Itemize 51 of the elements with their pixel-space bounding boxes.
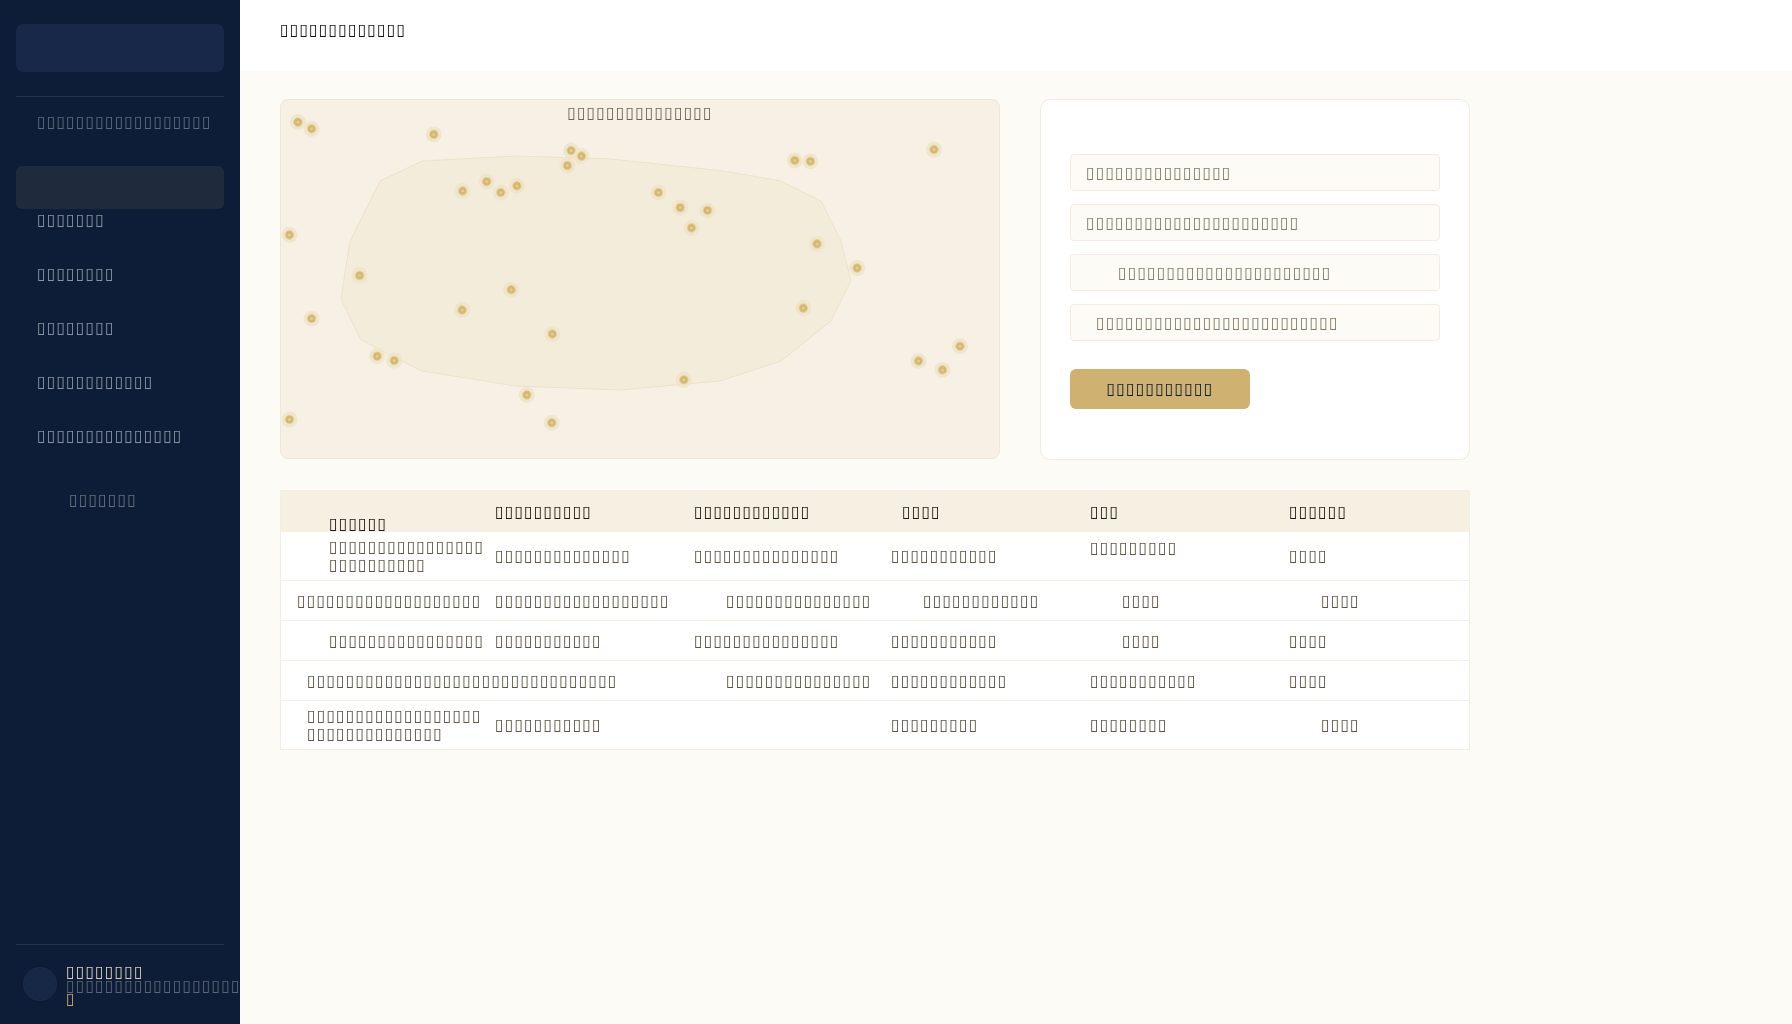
table-cell: ▯▯▯▯ (1289, 547, 1328, 565)
column-header: ▯▯▯▯▯▯▯▯▯▯▯▯ (694, 503, 811, 521)
table-cell: ▯▯▯▯▯▯▯▯▯▯▯▯▯▯▯▯▯▯ (495, 591, 670, 610)
table-cell: ▯▯▯▯▯▯▯▯▯▯▯ (891, 547, 998, 565)
table-cell: ▯▯▯▯▯▯▯▯▯▯▯▯▯▯▯▯▯▯▯▯▯▯▯▯▯▯▯▯▯▯▯▯ (307, 671, 618, 690)
column-header: ▯▯▯▯ (902, 503, 941, 521)
nav-item[interactable]: ▯▯▯▯▯▯▯▯ (37, 319, 115, 337)
table-cell: ▯▯▯▯ (1321, 716, 1360, 734)
table-cell: ▯▯▯▯▯▯▯▯▯▯▯ (891, 631, 998, 650)
input-field[interactable]: ▯▯▯▯▯▯▯▯▯▯▯▯▯▯▯▯▯▯▯▯▯▯▯▯▯ (1070, 304, 1440, 341)
nav-item[interactable]: ▯▯▯▯▯▯▯ (16, 166, 224, 229)
table-cell: ▯▯▯▯▯▯▯▯▯▯▯▯▯▯▯ (694, 547, 840, 565)
column-header: ▯▯▯ (1090, 503, 1120, 521)
table-cell: ▯▯▯▯▯▯▯▯▯▯▯ (1090, 671, 1197, 690)
column-header: ▯▯▯▯▯▯ (1289, 503, 1348, 521)
column-header: ▯▯▯▯▯▯▯▯▯▯ (495, 503, 593, 521)
table-cell: ▯▯▯▯ (1289, 671, 1328, 690)
table-cell: ▯▯▯▯▯▯▯▯▯ (1090, 539, 1178, 557)
input-field[interactable]: ▯▯▯▯▯▯▯▯▯▯▯▯▯▯▯▯▯▯▯▯▯▯ (1070, 204, 1440, 241)
table-cell: ▯▯▯▯▯▯▯▯▯▯▯ (495, 631, 602, 650)
nav-item[interactable]: ▯▯▯▯▯▯▯▯▯▯▯▯ (37, 373, 154, 391)
table-cell: ▯▯▯▯▯▯▯▯ (1090, 716, 1168, 734)
table-cell: ▯▯▯▯▯▯▯▯▯▯▯▯▯▯▯ (726, 591, 872, 610)
table-cell: ▯▯▯▯ (1122, 631, 1161, 650)
table-cell: ▯▯▯▯ (1122, 591, 1161, 610)
user-role: ▯ (66, 992, 76, 1005)
primary-button[interactable]: ▯▯▯▯▯▯▯▯▯▯▯ (1070, 369, 1250, 409)
table-cell: ▯▯▯▯▯▯▯▯▯▯▯▯▯▯▯ (694, 631, 840, 650)
nav-item[interactable]: ▯▯▯▯▯▯▯▯▯▯▯▯▯▯▯ (37, 427, 183, 445)
table-cell: ▯▯▯▯▯▯▯▯▯▯▯ (495, 716, 602, 734)
table-cell: ▯▯▯▯▯▯▯▯▯▯▯▯▯▯ (495, 547, 631, 565)
nav-item[interactable]: ▯▯▯▯▯▯▯▯ (37, 265, 115, 283)
table-cell-text: ▯▯▯▯▯▯▯▯▯▯▯▯▯▯▯▯▯▯▯▯▯▯▯▯▯▯▯▯▯▯▯▯ (307, 707, 483, 743)
input-field[interactable]: ▯▯▯▯▯▯▯▯▯▯▯▯▯▯▯▯▯▯▯▯▯▯ (1070, 254, 1440, 291)
user-detail: ▯▯▯▯▯▯▯▯▯▯▯▯▯▯▯▯▯▯ (66, 979, 241, 992)
table-cell: ▯▯▯▯▯▯▯▯▯▯▯▯ (891, 671, 1008, 690)
table-cell: ▯▯▯▯▯▯▯▯▯▯▯▯▯▯▯▯ (329, 631, 485, 650)
page-title: ▯▯▯▯▯▯▯▯▯▯▯▯▯ (280, 21, 407, 39)
table-cell: ▯▯▯▯▯▯▯▯▯▯▯▯▯▯▯ (726, 671, 872, 690)
map-title: ▯▯▯▯▯▯▯▯▯▯▯▯▯▯▯ (567, 104, 713, 122)
nav-item[interactable]: ▯▯▯▯▯▯▯ (69, 491, 137, 509)
table-cell-text: ▯▯▯▯▯▯▯▯▯▯▯▯▯▯▯▯▯▯▯▯▯▯▯▯▯▯ (329, 538, 486, 574)
table-cell: ▯▯▯▯▯▯▯▯▯ (891, 716, 979, 734)
input-field[interactable]: ▯▯▯▯▯▯▯▯▯▯▯▯▯▯▯ (1070, 154, 1440, 191)
table-cell: ▯▯▯▯▯▯▯▯▯▯▯▯ (923, 591, 1040, 610)
table-cell: ▯▯▯▯ (1289, 631, 1328, 650)
nav-section-label: ▯▯▯▯▯▯▯▯▯▯▯▯▯▯▯▯▯▯ (37, 113, 212, 131)
user-name: ▯▯▯▯▯▯▯▯ (66, 965, 144, 979)
table-cell: ▯▯▯▯ (1321, 591, 1360, 610)
column-header: ▯▯▯▯▯▯ (329, 515, 388, 533)
table-cell: ▯▯▯▯▯▯▯▯▯▯▯▯▯▯▯▯▯▯▯ (297, 591, 482, 610)
